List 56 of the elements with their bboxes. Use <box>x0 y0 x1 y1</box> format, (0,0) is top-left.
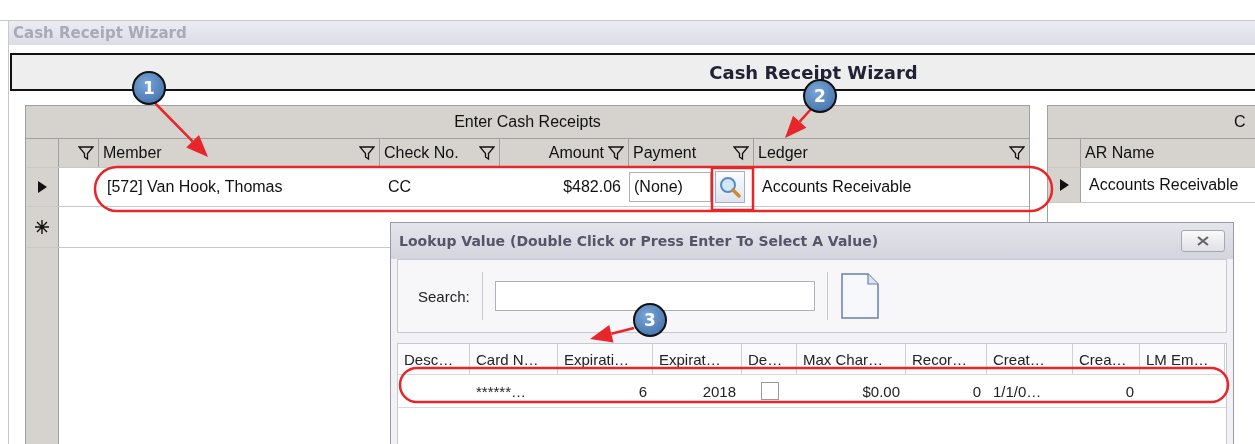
filter-icon[interactable] <box>359 145 375 161</box>
column-header[interactable]: Ledger <box>754 139 1030 167</box>
column-header[interactable]: Payment <box>629 139 754 167</box>
new-row-icon <box>35 220 49 234</box>
table-cell-text: $0.00 <box>861 381 901 402</box>
column-header[interactable]: Card N… <box>470 344 558 374</box>
column-header[interactable]: Member <box>99 139 380 167</box>
table-cell-text: 2018 <box>701 381 737 402</box>
table-cell-text: 6 <box>637 381 648 402</box>
pointer-arrow <box>785 107 813 138</box>
table-cell-text: CC <box>387 177 413 197</box>
table-cell-text: Accounts Receivable <box>761 177 913 197</box>
document-icon[interactable] <box>839 273 880 319</box>
filter-icon[interactable] <box>1009 145 1025 161</box>
table-cell-text: [572] Van Hook, Thomas <box>106 177 284 197</box>
filter-icon[interactable] <box>608 145 624 161</box>
column-header[interactable]: Recor… <box>906 344 987 374</box>
column-header[interactable]: Check No. <box>380 139 500 167</box>
row-pointer-icon <box>37 181 47 193</box>
grid-title: Enter Cash Receipts <box>26 106 1029 139</box>
receipt-row[interactable]: [572] Van Hook, Thomas CC $482.06 (None) Accounts Receivable <box>26 168 1029 207</box>
ar-row[interactable]: Accounts Receivable <box>1048 168 1255 203</box>
payment-dropdown[interactable]: (None) <box>629 172 711 202</box>
table-cell-text: 0 <box>1124 381 1135 402</box>
grid-title: C <box>1048 106 1255 139</box>
column-header[interactable]: Creat… <box>987 344 1073 374</box>
column-header[interactable]: Crea… <box>1073 344 1140 374</box>
highlight-rectangle <box>710 166 755 212</box>
table-cell-text: 0 <box>971 381 982 402</box>
close-icon <box>1197 236 1209 246</box>
search-field[interactable] <box>494 281 815 311</box>
column-header[interactable]: Expirat… <box>653 344 742 374</box>
column-header[interactable]: Desc… <box>398 344 470 374</box>
table-cell-text: Accounts Receivable <box>1088 175 1240 195</box>
table-cell-text: ******… <box>475 381 528 402</box>
column-header[interactable]: Amount <box>500 139 629 167</box>
close-button[interactable] <box>1181 230 1225 252</box>
column-header[interactable]: AR Name <box>1081 139 1255 167</box>
search-label: Search: <box>418 287 470 305</box>
lookup-row[interactable]: ******… 6 2018 $0.00 0 1/1/0… 0 <box>398 375 1226 408</box>
window-title: Cash Receipt Wizard <box>13 24 187 42</box>
filter-icon[interactable] <box>479 145 495 161</box>
table-cell-text: $482.06 <box>562 177 622 197</box>
filter-icon[interactable] <box>78 145 94 161</box>
column-header[interactable]: Max Char… <box>797 344 906 374</box>
column-header[interactable]: Expirati… <box>558 344 653 374</box>
checkbox[interactable] <box>760 382 779 400</box>
table-cell-text: 1/1/0… <box>992 381 1043 402</box>
lookup-button[interactable] <box>715 171 745 203</box>
search-icon <box>718 175 742 199</box>
filter-icon[interactable] <box>733 145 749 161</box>
row-pointer-icon <box>1059 179 1069 191</box>
pointer-arrow <box>590 324 635 343</box>
dialog-title: Lookup Value (Double Click or Press Enter To Select A Value) <box>399 233 879 249</box>
column-header[interactable]: LM Em… <box>1140 344 1225 374</box>
column-header[interactable]: De… <box>742 344 797 374</box>
